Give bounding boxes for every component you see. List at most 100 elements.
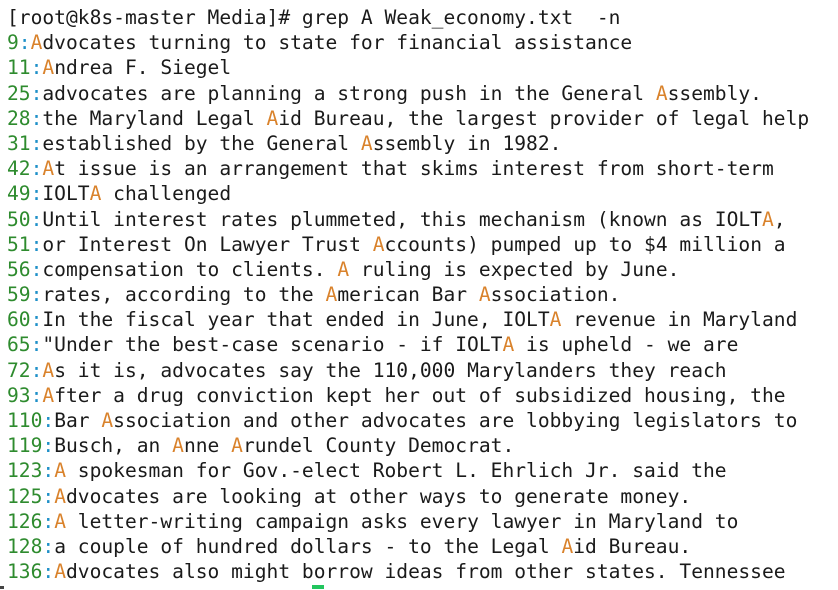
line-text: advocates are planning a strong push in … [42,81,656,105]
command-prompt-line: [root@k8s-master Media]# grep A Weak_eco… [7,6,621,29]
result-line: 42:At issue is an arrangement that skims… [7,156,838,181]
result-line: 136:Advocates also might borrow ideas fr… [7,559,838,584]
line-text: ccounts) pumped up to $4 million a [384,232,786,256]
result-line: 25:advocates are planning a strong push … [7,81,838,106]
line-text: a couple of hundred dollars - to the Leg… [54,534,562,558]
result-line: 125:Advocates are looking at other ways … [7,484,838,509]
match-highlight: A [101,409,114,432]
line-separator: : [42,534,55,558]
match-highlight: A [54,509,66,533]
line-number: 11 [7,56,31,80]
line-text: challenged [101,182,232,206]
result-line: 60:In the fiscal year that ended in June… [7,307,838,332]
line-number: 42 [7,157,31,181]
result-line: 93:After a drug conviction kept her out … [7,383,838,408]
match-highlight: A [42,358,55,382]
line-text: ssociation and other advocates are lobby… [113,409,798,432]
line-separator: : [42,409,55,432]
line-number: 110 [7,409,43,432]
line-text: ssembly in 1982. [372,131,562,155]
line-separator: : [30,182,43,206]
line-text: ssociation. [490,283,621,307]
match-highlight: A [54,560,66,584]
match-highlight: A [172,434,184,458]
grep-results: 9:Advocates turning to state for financi… [7,30,838,584]
line-text: id Bureau. [573,534,692,558]
match-highlight: A [337,257,350,281]
result-line: 126:A letter-writing campaign asks every… [7,509,838,534]
line-number: 28 [7,106,31,130]
line-number: 56 [7,257,31,281]
line-number: 59 [7,283,31,307]
line-text: , [773,207,786,231]
line-text: Until interest rates plummeted, this mec… [42,207,762,231]
line-text: IOLT [42,182,90,206]
match-highlight: A [478,283,491,307]
line-separator: : [30,308,43,332]
line-number: 50 [7,207,31,231]
result-line: 31:established by the General Assembly i… [7,131,838,156]
match-highlight: A [372,232,385,256]
match-highlight: A [360,131,373,155]
result-line: 65:"Under the best-case scenario - if IO… [7,332,838,357]
match-highlight: A [54,484,66,508]
line-text: the Maryland Legal [42,106,267,130]
line-text: dvocates are looking at other ways to ge… [65,484,692,508]
match-highlight: A [325,283,338,307]
line-text: ndrea F. Siegel [54,56,232,80]
line-text: fter a drug conviction kept her out of s… [54,383,786,407]
terminal-window[interactable]: [root@k8s-master Media]# grep A Weak_eco… [0,0,838,590]
match-highlight: A [561,534,574,558]
match-highlight: A [54,459,66,483]
result-line: 50:Until interest rates plummeted, this … [7,207,838,232]
line-text: compensation to clients. [42,257,338,281]
line-text: spokesman for Gov.-elect Robert L. Ehrli… [65,459,727,483]
result-line: 51:or Interest On Lawyer Trust Accounts)… [7,232,838,257]
line-separator: : [42,434,55,458]
match-highlight: A [42,383,55,407]
result-line: 11:Andrea F. Siegel [7,55,838,80]
line-number: 9 [7,31,19,55]
line-number: 51 [7,232,31,256]
line-number: 136 [7,560,43,584]
line-text: dvocates also might borrow ideas from ot… [65,560,786,584]
line-text: is upheld - we are [514,333,739,357]
line-separator: : [18,31,31,55]
line-number: 25 [7,81,31,105]
match-highlight: A [42,157,55,181]
line-text: merican Bar [337,283,479,307]
match-highlight: A [231,434,243,458]
line-separator: : [30,383,43,407]
line-text: dvocates turning to state for financial … [42,31,633,55]
result-line: 28:the Maryland Legal Aid Bureau, the la… [7,106,838,131]
line-text: revenue in Maryland [561,308,798,332]
match-highlight: A [266,106,279,130]
line-separator: : [30,333,43,357]
line-text: nne [183,434,232,458]
result-line: 56:compensation to clients. A ruling is … [7,257,838,282]
line-separator: : [30,131,43,155]
result-line: 119:Busch, an Anne Arundel County Democr… [7,433,838,458]
line-separator: : [30,106,43,130]
line-text: established by the General [42,131,361,155]
line-separator: : [42,509,55,533]
line-separator: : [30,283,43,307]
line-separator: : [30,81,43,105]
result-line: 110:Bar Association and other advocates … [7,408,838,433]
line-separator: : [30,257,43,281]
match-highlight: A [761,207,774,231]
match-highlight: A [30,31,43,55]
line-number: 123 [7,459,43,483]
result-line: 128:a couple of hundred dollars - to the… [7,534,838,559]
line-separator: : [42,459,55,483]
line-text: Busch, an [54,434,173,458]
line-text: "Under the best-case scenario - if IOLT [42,333,503,357]
result-line: 49:IOLTA challenged [7,181,838,206]
scroll-edge-mark [0,586,4,589]
line-separator: : [42,560,55,584]
line-text: letter-writing campaign asks every lawye… [65,509,739,533]
line-text: or Interest On Lawyer Trust [42,232,373,256]
match-highlight: A [549,308,562,332]
match-highlight: A [502,333,515,357]
line-number: 65 [7,333,31,357]
